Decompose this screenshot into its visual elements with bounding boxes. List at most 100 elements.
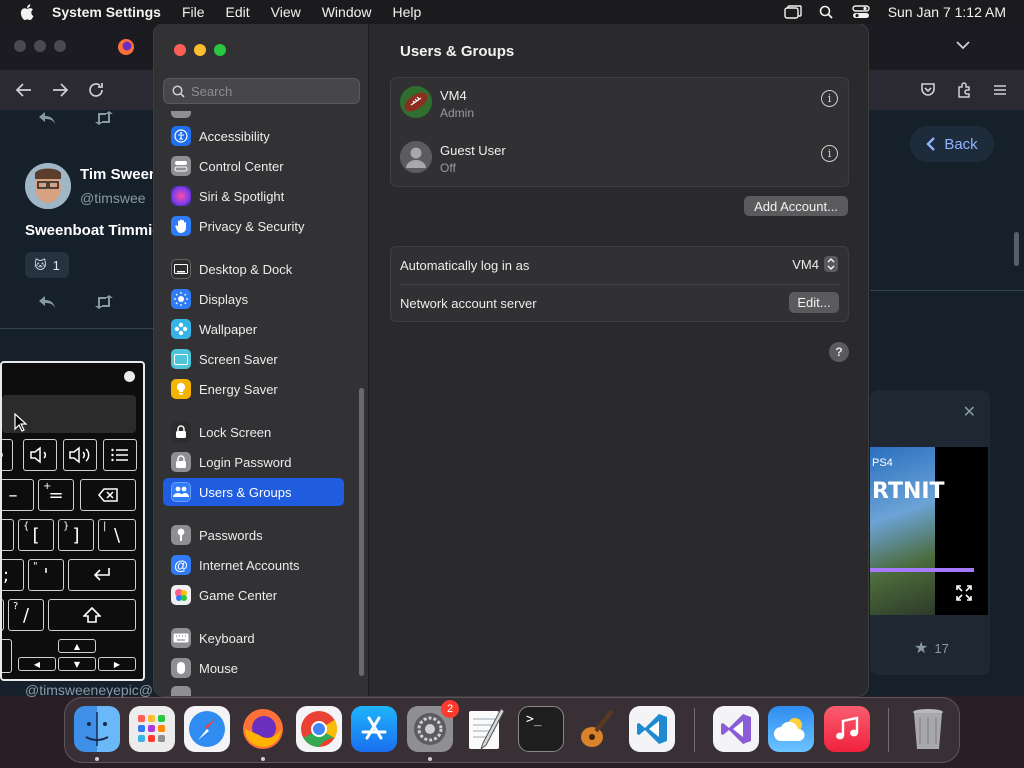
extensions-icon[interactable] bbox=[955, 81, 973, 99]
back-button[interactable]: Back bbox=[910, 126, 994, 162]
info-icon[interactable]: i bbox=[821, 145, 838, 162]
sidebar-item-wallpaper[interactable]: Wallpaper bbox=[163, 315, 344, 343]
sidebar-item-passwords[interactable]: Passwords bbox=[163, 521, 344, 549]
window-menu[interactable]: Window bbox=[322, 4, 372, 20]
key-volume-down[interactable] bbox=[23, 439, 57, 471]
key-quote[interactable]: " ' bbox=[28, 559, 64, 591]
retweet-icon[interactable] bbox=[94, 111, 114, 125]
sidebar-item-game-center[interactable]: Game Center bbox=[163, 581, 344, 609]
key-backslash[interactable]: | \ bbox=[98, 519, 136, 551]
system-settings-icon[interactable]: 2 bbox=[407, 700, 459, 752]
edit-menu[interactable]: Edit bbox=[226, 4, 250, 20]
key-list[interactable] bbox=[103, 439, 137, 471]
key-arrow-down[interactable]: ▼ bbox=[58, 657, 96, 671]
safari-icon[interactable] bbox=[184, 706, 230, 752]
menu-bar-clock[interactable]: Sun Jan 7 1:12 AM bbox=[888, 4, 1006, 20]
chevron-down-icon[interactable] bbox=[956, 40, 970, 50]
minimize-button-inactive[interactable] bbox=[34, 40, 46, 52]
forward-arrow-icon[interactable] bbox=[51, 81, 69, 99]
sidebar-item-control-center[interactable]: Control Center bbox=[163, 152, 344, 180]
reaction-badge[interactable]: 🐱 1 bbox=[25, 252, 69, 278]
zoom-button-inactive[interactable] bbox=[54, 40, 66, 52]
tweet-author-handle[interactable]: @timswee bbox=[80, 190, 146, 206]
spotlight-search-icon[interactable] bbox=[818, 5, 836, 19]
key-minus[interactable]: _– bbox=[2, 479, 34, 511]
sidebar-item-screen-saver[interactable]: Screen Saver bbox=[163, 345, 344, 373]
close-window-button[interactable] bbox=[174, 44, 186, 56]
terminal-icon[interactable]: >_ bbox=[518, 706, 564, 752]
reply-icon[interactable] bbox=[37, 295, 57, 309]
key-equals[interactable]: + = bbox=[38, 479, 74, 511]
avatar[interactable] bbox=[25, 163, 71, 209]
key-semicolon[interactable]: :; bbox=[2, 559, 24, 591]
weather-icon[interactable] bbox=[768, 706, 814, 752]
add-account-button[interactable]: Add Account... bbox=[744, 196, 848, 216]
file-menu[interactable]: File bbox=[182, 4, 205, 20]
screen-mirroring-icon[interactable] bbox=[783, 5, 802, 19]
page-scrollbar[interactable] bbox=[1014, 232, 1019, 266]
tweet-author-name[interactable]: Tim Sween bbox=[80, 166, 158, 183]
key-return[interactable] bbox=[68, 559, 136, 591]
sidebar-item-keyboard[interactable]: Keyboard bbox=[163, 624, 344, 652]
firefox-icon[interactable] bbox=[240, 706, 286, 752]
sidebar-item-accessibility[interactable]: Accessibility bbox=[163, 122, 344, 150]
visual-studio-icon[interactable] bbox=[713, 706, 759, 752]
close-button-inactive[interactable] bbox=[14, 40, 26, 52]
user-row-guest[interactable]: Guest User Off i bbox=[391, 133, 848, 187]
sidebar-item-privacy-security[interactable]: Privacy & Security bbox=[163, 212, 344, 240]
sidebar-item-mouse[interactable]: Mouse bbox=[163, 654, 344, 682]
fullscreen-icon[interactable] bbox=[956, 585, 972, 601]
key-delete[interactable] bbox=[80, 479, 136, 511]
key-arrow-right[interactable]: ▶ bbox=[98, 657, 136, 671]
launchpad-icon[interactable] bbox=[129, 706, 175, 752]
minimize-window-button[interactable] bbox=[194, 44, 206, 56]
key-shift[interactable] bbox=[48, 599, 136, 631]
key-volume-up[interactable] bbox=[63, 439, 97, 471]
finder-icon[interactable] bbox=[74, 706, 120, 752]
help-button[interactable]: ? bbox=[829, 342, 849, 362]
hamburger-menu-icon[interactable] bbox=[991, 81, 1009, 99]
key-right-bracket[interactable]: }] bbox=[58, 519, 94, 551]
pocket-icon[interactable] bbox=[919, 81, 937, 99]
sidebar-item-users-groups[interactable]: Users & Groups bbox=[163, 478, 344, 506]
help-menu[interactable]: Help bbox=[393, 4, 422, 20]
key-p[interactable] bbox=[2, 519, 14, 551]
apple-menu-icon[interactable] bbox=[20, 4, 34, 20]
key-slash[interactable]: ? / bbox=[8, 599, 44, 631]
zoom-window-button[interactable] bbox=[214, 44, 226, 56]
sidebar-item-lock-screen[interactable]: Lock Screen bbox=[163, 418, 344, 446]
app-menu[interactable]: System Settings bbox=[52, 4, 161, 20]
music-icon[interactable] bbox=[824, 706, 870, 752]
back-arrow-icon[interactable] bbox=[15, 81, 33, 99]
key-arrow-up[interactable]: ▲ bbox=[58, 639, 96, 653]
trash-icon[interactable] bbox=[905, 706, 951, 752]
view-menu[interactable]: View bbox=[271, 4, 301, 20]
close-icon[interactable]: ✕ bbox=[963, 402, 976, 422]
video-thumbnail[interactable]: PS4 RTNIT bbox=[870, 447, 988, 615]
sidebar-item-siri-spotlight[interactable]: Siri & Spotlight bbox=[163, 182, 344, 210]
key-left-bracket[interactable]: {[ bbox=[18, 519, 54, 551]
control-center-icon[interactable] bbox=[851, 5, 870, 19]
vscode-icon[interactable] bbox=[629, 706, 675, 752]
sidebar-item-desktop-dock[interactable]: Desktop & Dock bbox=[163, 255, 344, 283]
sidebar-item-energy-saver[interactable]: Energy Saver bbox=[163, 375, 344, 403]
retweet-icon[interactable] bbox=[94, 295, 114, 309]
textedit-icon[interactable] bbox=[462, 706, 508, 752]
close-icon[interactable] bbox=[124, 371, 135, 382]
search-input[interactable]: Search bbox=[163, 78, 360, 104]
key-period[interactable] bbox=[2, 599, 4, 631]
edit-button[interactable]: Edit... bbox=[789, 292, 839, 313]
key-arrow-left[interactable]: ◀ bbox=[18, 657, 56, 671]
reload-icon[interactable] bbox=[87, 81, 105, 99]
garageband-icon[interactable] bbox=[573, 706, 619, 752]
sidebar-scrollbar[interactable] bbox=[359, 388, 364, 676]
chrome-icon[interactable] bbox=[296, 706, 342, 752]
key-search[interactable]: ⌕ bbox=[2, 439, 13, 471]
sidebar-item-displays[interactable]: Displays bbox=[163, 285, 344, 313]
footer-handle[interactable]: @timsweeneyepic@ bbox=[25, 682, 153, 698]
video-progress-bar[interactable] bbox=[870, 568, 974, 572]
reply-icon[interactable] bbox=[37, 111, 57, 125]
sidebar-item-internet-accounts[interactable]: @ Internet Accounts bbox=[163, 551, 344, 579]
info-icon[interactable]: i bbox=[821, 90, 838, 107]
auto-login-select[interactable]: VM4 bbox=[792, 256, 838, 272]
